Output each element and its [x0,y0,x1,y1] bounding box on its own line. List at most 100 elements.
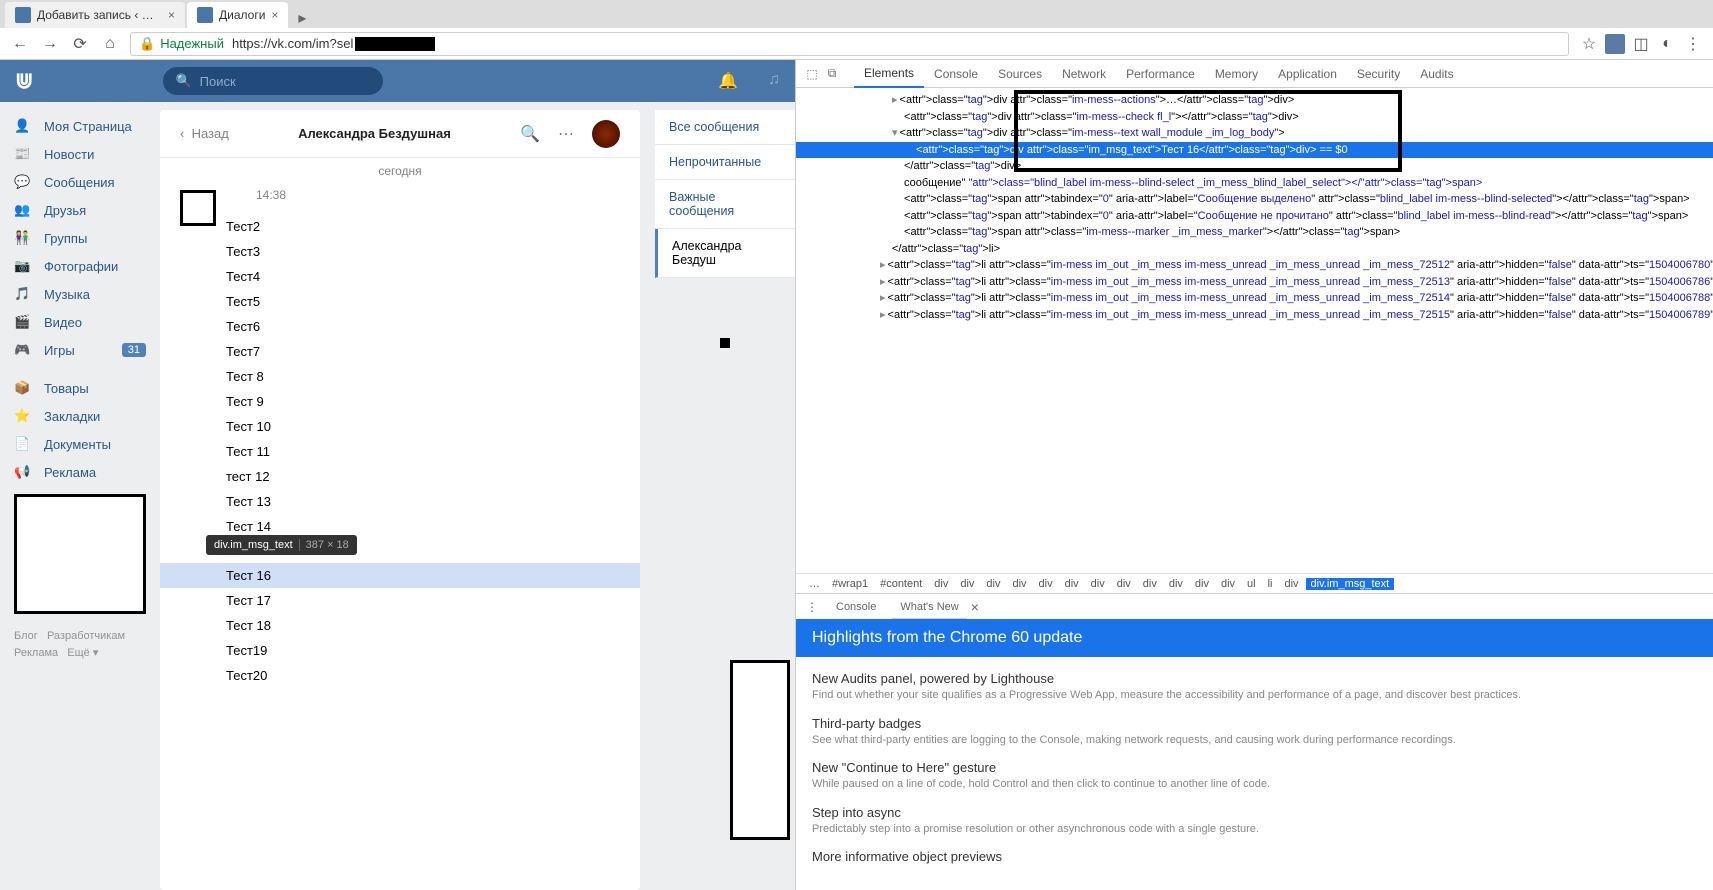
sidebar-item[interactable]: 🎵Музыка [0,280,160,308]
breadcrumb-item[interactable]: ul [1242,578,1261,590]
extension-icon[interactable]: ◐ [1657,34,1677,54]
dom-node[interactable]: ▸<attr">class="tag">div attr">class="im-… [796,92,1713,109]
breadcrumb-item[interactable]: … [804,578,825,590]
messages-list[interactable]: 14:38 Тест2Тест3Тест4Тест5Тест6Тест7Тест… [160,184,640,890]
breadcrumb-item[interactable]: div [1060,578,1084,590]
sidebar-item[interactable]: 🎬Видео [0,308,160,336]
dom-node[interactable]: ▸<attr">class="tag">li attr">class="im-m… [796,274,1713,291]
message-line[interactable]: Тест 11 [180,439,620,464]
sidebar-item[interactable]: 📄Документы [0,430,160,458]
message-line[interactable]: div.im_msg_text387 × 18Тест 16 [160,563,640,588]
menu-icon[interactable]: ⋮ [804,599,820,615]
extension-icon[interactable] [1605,34,1625,54]
inspect-icon[interactable]: ⬚ [804,66,820,82]
breadcrumb-item[interactable]: div [1138,578,1162,590]
breadcrumb-item[interactable]: div [929,578,953,590]
sidebar-item[interactable]: 👤Моя Страница [0,112,160,140]
breadcrumb-item[interactable]: div [1216,578,1240,590]
dom-node[interactable]: сообщение" "attr">class="blind_label im-… [796,175,1713,192]
message-line[interactable]: Тест19 [180,638,620,663]
dom-node[interactable]: <attr">class="tag">span attr">tabindex="… [796,191,1713,208]
home-button[interactable]: ⌂ [100,34,120,54]
link-dev[interactable]: Разработчикам [47,630,125,642]
devtools-tab[interactable]: Security [1347,60,1410,88]
sidebar-item[interactable]: 👫Группы [0,224,160,252]
search-icon[interactable]: 🔍 [520,124,540,144]
reload-button[interactable]: ⟳ [70,34,90,54]
browser-tab-0[interactable]: Добавить запись ‹ Мир × [5,2,185,28]
breadcrumb-item[interactable]: div [1190,578,1214,590]
sidebar-item[interactable]: 📰Новости [0,140,160,168]
breadcrumb-item[interactable]: div [1112,578,1136,590]
message-line[interactable]: Тест7 [180,339,620,364]
breadcrumb-item[interactable]: div.im_msg_text [1306,578,1395,590]
devtools-tab[interactable]: Memory [1205,60,1268,88]
message-line[interactable]: Тест4 [180,264,620,289]
breadcrumb-item[interactable]: div [1034,578,1058,590]
dom-node[interactable]: ▸<attr">class="tag">li attr">class="im-m… [796,257,1713,274]
filter-item[interactable]: Непрочитанные [655,145,795,180]
sidebar-item[interactable]: 👥Друзья [0,196,160,224]
message-line[interactable]: тест 12 [180,464,620,489]
menu-icon[interactable]: ⋮ [1683,34,1703,54]
more-icon[interactable]: ⋯ [558,124,574,144]
close-icon[interactable]: × [271,8,278,22]
back-button[interactable]: ← [10,34,30,54]
filter-item[interactable]: Александра Бездуш [655,229,795,278]
url-input[interactable]: 🔒 Надежный https://vk.com/im?sel [130,32,1569,56]
sidebar-item[interactable]: 🎮Игры31 [0,336,160,364]
devtools-tab[interactable]: Application [1268,60,1347,88]
message-line[interactable]: Тест3 [180,239,620,264]
dom-node[interactable]: <attr">class="tag">div attr">class="im-m… [796,109,1713,126]
devtools-tab[interactable]: Elements [854,60,924,88]
extension-icon[interactable]: ◫ [1631,34,1651,54]
back-button[interactable]: ‹ Назад [180,126,229,141]
message-line[interactable]: Тест 18 [180,613,620,638]
link-more[interactable]: Ещё ▾ [67,647,98,659]
devtools-tab[interactable]: Audits [1410,60,1463,88]
dom-node[interactable]: </attr">class="tag">div> [796,158,1713,175]
breadcrumb-item[interactable]: #content [875,578,927,590]
avatar[interactable] [592,120,620,148]
message-line[interactable]: Тест 8 [180,364,620,389]
message-line[interactable]: Тест 9 [180,389,620,414]
browser-tab-1[interactable]: Диалоги × [187,2,288,28]
notifications-icon[interactable]: 🔔 [718,71,738,91]
dom-node[interactable]: <attr">class="tag">div attr">class="im_m… [796,142,1713,159]
sidebar-item[interactable]: 📢Реклама [0,458,160,486]
forward-button[interactable]: → [40,34,60,54]
breadcrumb[interactable]: …#wrap1#contentdivdivdivdivdivdivdivdivd… [796,573,1713,593]
vk-logo-icon[interactable]: ⋓ [15,68,33,94]
devtools-tab[interactable]: Performance [1116,60,1205,88]
sidebar-item[interactable]: ⭐Закладки [0,402,160,430]
star-icon[interactable]: ☆ [1579,34,1599,54]
dom-node[interactable]: ▸<attr">class="tag">li attr">class="im-m… [796,307,1713,324]
breadcrumb-item[interactable]: div [1279,578,1303,590]
message-line[interactable]: Тест20 [180,663,620,688]
breadcrumb-item[interactable]: div [1164,578,1188,590]
message-line[interactable]: Тест5 [180,289,620,314]
message-line[interactable]: Тест 13 [180,489,620,514]
devtools-tab[interactable]: Network [1052,60,1116,88]
breadcrumb-item[interactable]: div [1007,578,1031,590]
message-line[interactable]: Тест 10 [180,414,620,439]
filter-item[interactable]: Все сообщения [655,110,795,145]
search-input[interactable]: 🔍 Поиск [163,67,383,95]
message-line[interactable]: Тест 17 [180,588,620,613]
new-tab-button[interactable]: ▸ [290,8,314,28]
sidebar-item[interactable]: 📷Фотографии [0,252,160,280]
link-blog[interactable]: Блог [14,630,38,642]
sidebar-item[interactable]: 📦Товары [0,374,160,402]
close-icon[interactable]: × [168,8,175,22]
device-icon[interactable]: ⧉ [824,66,840,82]
breadcrumb-item[interactable]: li [1263,578,1278,590]
dom-node[interactable]: <attr">class="tag">span attr">tabindex="… [796,208,1713,225]
breadcrumb-item[interactable]: div [981,578,1005,590]
message-line[interactable]: Тест2 [180,214,620,239]
breadcrumb-item[interactable]: div [1086,578,1110,590]
devtools-tab[interactable]: Console [924,60,988,88]
message-line[interactable]: Тест6 [180,314,620,339]
music-icon[interactable]: ♫ [768,71,780,91]
console-tab[interactable]: Console [828,594,884,620]
dom-node[interactable]: </attr">class="tag">li> [796,241,1713,258]
